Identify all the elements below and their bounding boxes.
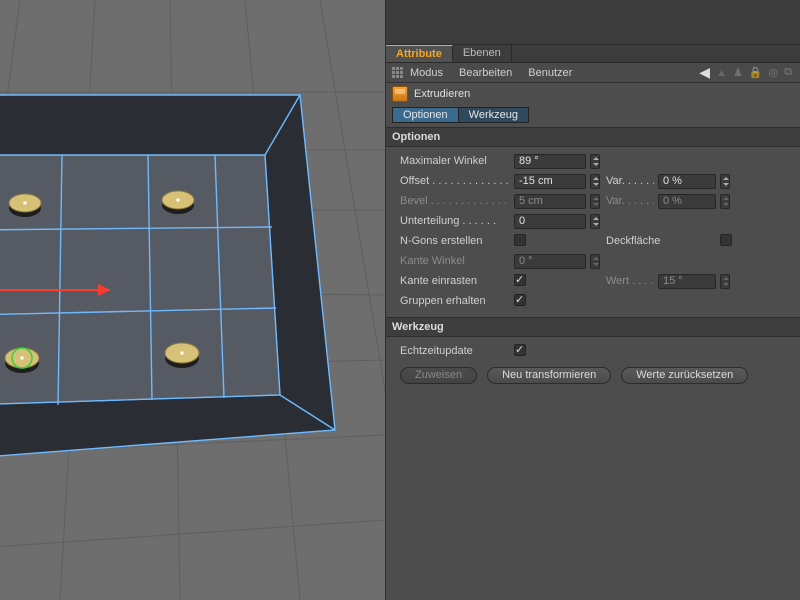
spin-wert — [720, 274, 730, 289]
extrude-icon — [392, 86, 408, 102]
btn-neu-transformieren[interactable]: Neu transformieren — [487, 367, 611, 384]
panel-top-area — [386, 0, 800, 45]
menu-bearbeiten[interactable]: Bearbeiten — [459, 67, 512, 79]
cylinder — [9, 194, 41, 217]
attribute-panel: Attribute Ebenen Modus Bearbeiten Benutz… — [385, 0, 800, 600]
spin-kante-winkel — [590, 254, 600, 269]
label-unterteilung: Unterteilung — [400, 215, 510, 227]
label-kante-winkel: Kante Winkel — [400, 255, 510, 267]
label-deckflaeche: Deckfläche — [606, 235, 716, 247]
field-offset-var[interactable]: 0 % — [658, 174, 716, 189]
cylinder — [165, 343, 199, 368]
spin-offset[interactable] — [590, 174, 600, 189]
check-echtzeit[interactable] — [514, 344, 526, 356]
cylinder — [162, 191, 194, 214]
check-ngons[interactable] — [514, 234, 526, 246]
label-kante-einrasten: Kante einrasten — [400, 275, 510, 287]
cylinder — [5, 348, 39, 373]
panel-tabstrip: Attribute Ebenen — [386, 45, 800, 63]
label-offset: Offset — [400, 175, 510, 187]
spin-bevel-var — [720, 194, 730, 209]
check-kante-einrasten[interactable] — [514, 274, 526, 286]
label-ngons: N-Gons erstellen — [400, 235, 510, 247]
werkzeug-buttons: Zuweisen Neu transformieren Werte zurück… — [386, 363, 800, 390]
viewport-canvas — [0, 0, 385, 600]
target-icon[interactable]: ◎ — [769, 66, 779, 79]
spin-bevel — [590, 194, 600, 209]
subtab-row: Optionen Werkzeug — [386, 105, 800, 127]
label-max-winkel: Maximaler Winkel — [400, 155, 510, 167]
spin-unterteilung[interactable] — [590, 214, 600, 229]
check-gruppen[interactable] — [514, 294, 526, 306]
check-deckflaeche[interactable] — [720, 234, 732, 246]
viewport-3d[interactable] — [0, 0, 385, 600]
subtab-werkzeug[interactable]: Werkzeug — [458, 107, 529, 123]
field-bevel: 5 cm — [514, 194, 586, 209]
spin-max-winkel[interactable] — [590, 154, 600, 169]
subtab-optionen[interactable]: Optionen — [392, 107, 458, 123]
lock-icon[interactable]: 🔒 — [749, 66, 763, 79]
label-echtzeit: Echtzeitupdate — [400, 345, 510, 357]
label-offset-var: Var. — [606, 175, 654, 187]
menu-modus[interactable]: Modus — [410, 67, 443, 79]
menu-benutzer[interactable]: Benutzer — [528, 67, 572, 79]
field-unterteilung[interactable]: 0 — [514, 214, 586, 229]
btn-zuweisen: Zuweisen — [400, 367, 477, 384]
optionen-fields: Maximaler Winkel 89 ° Offset -15 cm Var.… — [386, 147, 800, 317]
field-wert: 15 ° — [658, 274, 716, 289]
label-bevel-var: Var. — [606, 195, 654, 207]
label-bevel: Bevel — [400, 195, 510, 207]
field-bevel-var: 0 % — [658, 194, 716, 209]
btn-werte-zuruecksetzen[interactable]: Werte zurücksetzen — [621, 367, 748, 384]
user-icon[interactable]: ♟ — [733, 66, 743, 79]
section-optionen: Optionen — [386, 127, 800, 147]
tool-name: Extrudieren — [414, 88, 470, 100]
spin-offset-var[interactable] — [720, 174, 730, 189]
new-window-icon[interactable]: ⧉ — [784, 66, 792, 79]
werkzeug-fields: Echtzeitupdate — [386, 337, 800, 363]
tab-ebenen[interactable]: Ebenen — [453, 45, 512, 62]
section-werkzeug: Werkzeug — [386, 317, 800, 337]
grid-icon[interactable] — [392, 67, 404, 79]
label-wert: Wert — [606, 275, 654, 287]
attribute-menubar: Modus Bearbeiten Benutzer ◀ ▲ ♟ 🔒 ◎ ⧉ — [386, 63, 800, 83]
nav-up-icon[interactable]: ▲ — [716, 67, 727, 79]
tab-attribute[interactable]: Attribute — [386, 45, 453, 62]
field-offset[interactable]: -15 cm — [514, 174, 586, 189]
tool-header: Extrudieren — [386, 83, 800, 105]
label-gruppen: Gruppen erhalten — [400, 295, 510, 307]
nav-back-icon[interactable]: ◀ — [699, 64, 710, 81]
field-kante-winkel: 0 ° — [514, 254, 586, 269]
field-max-winkel[interactable]: 89 ° — [514, 154, 586, 169]
